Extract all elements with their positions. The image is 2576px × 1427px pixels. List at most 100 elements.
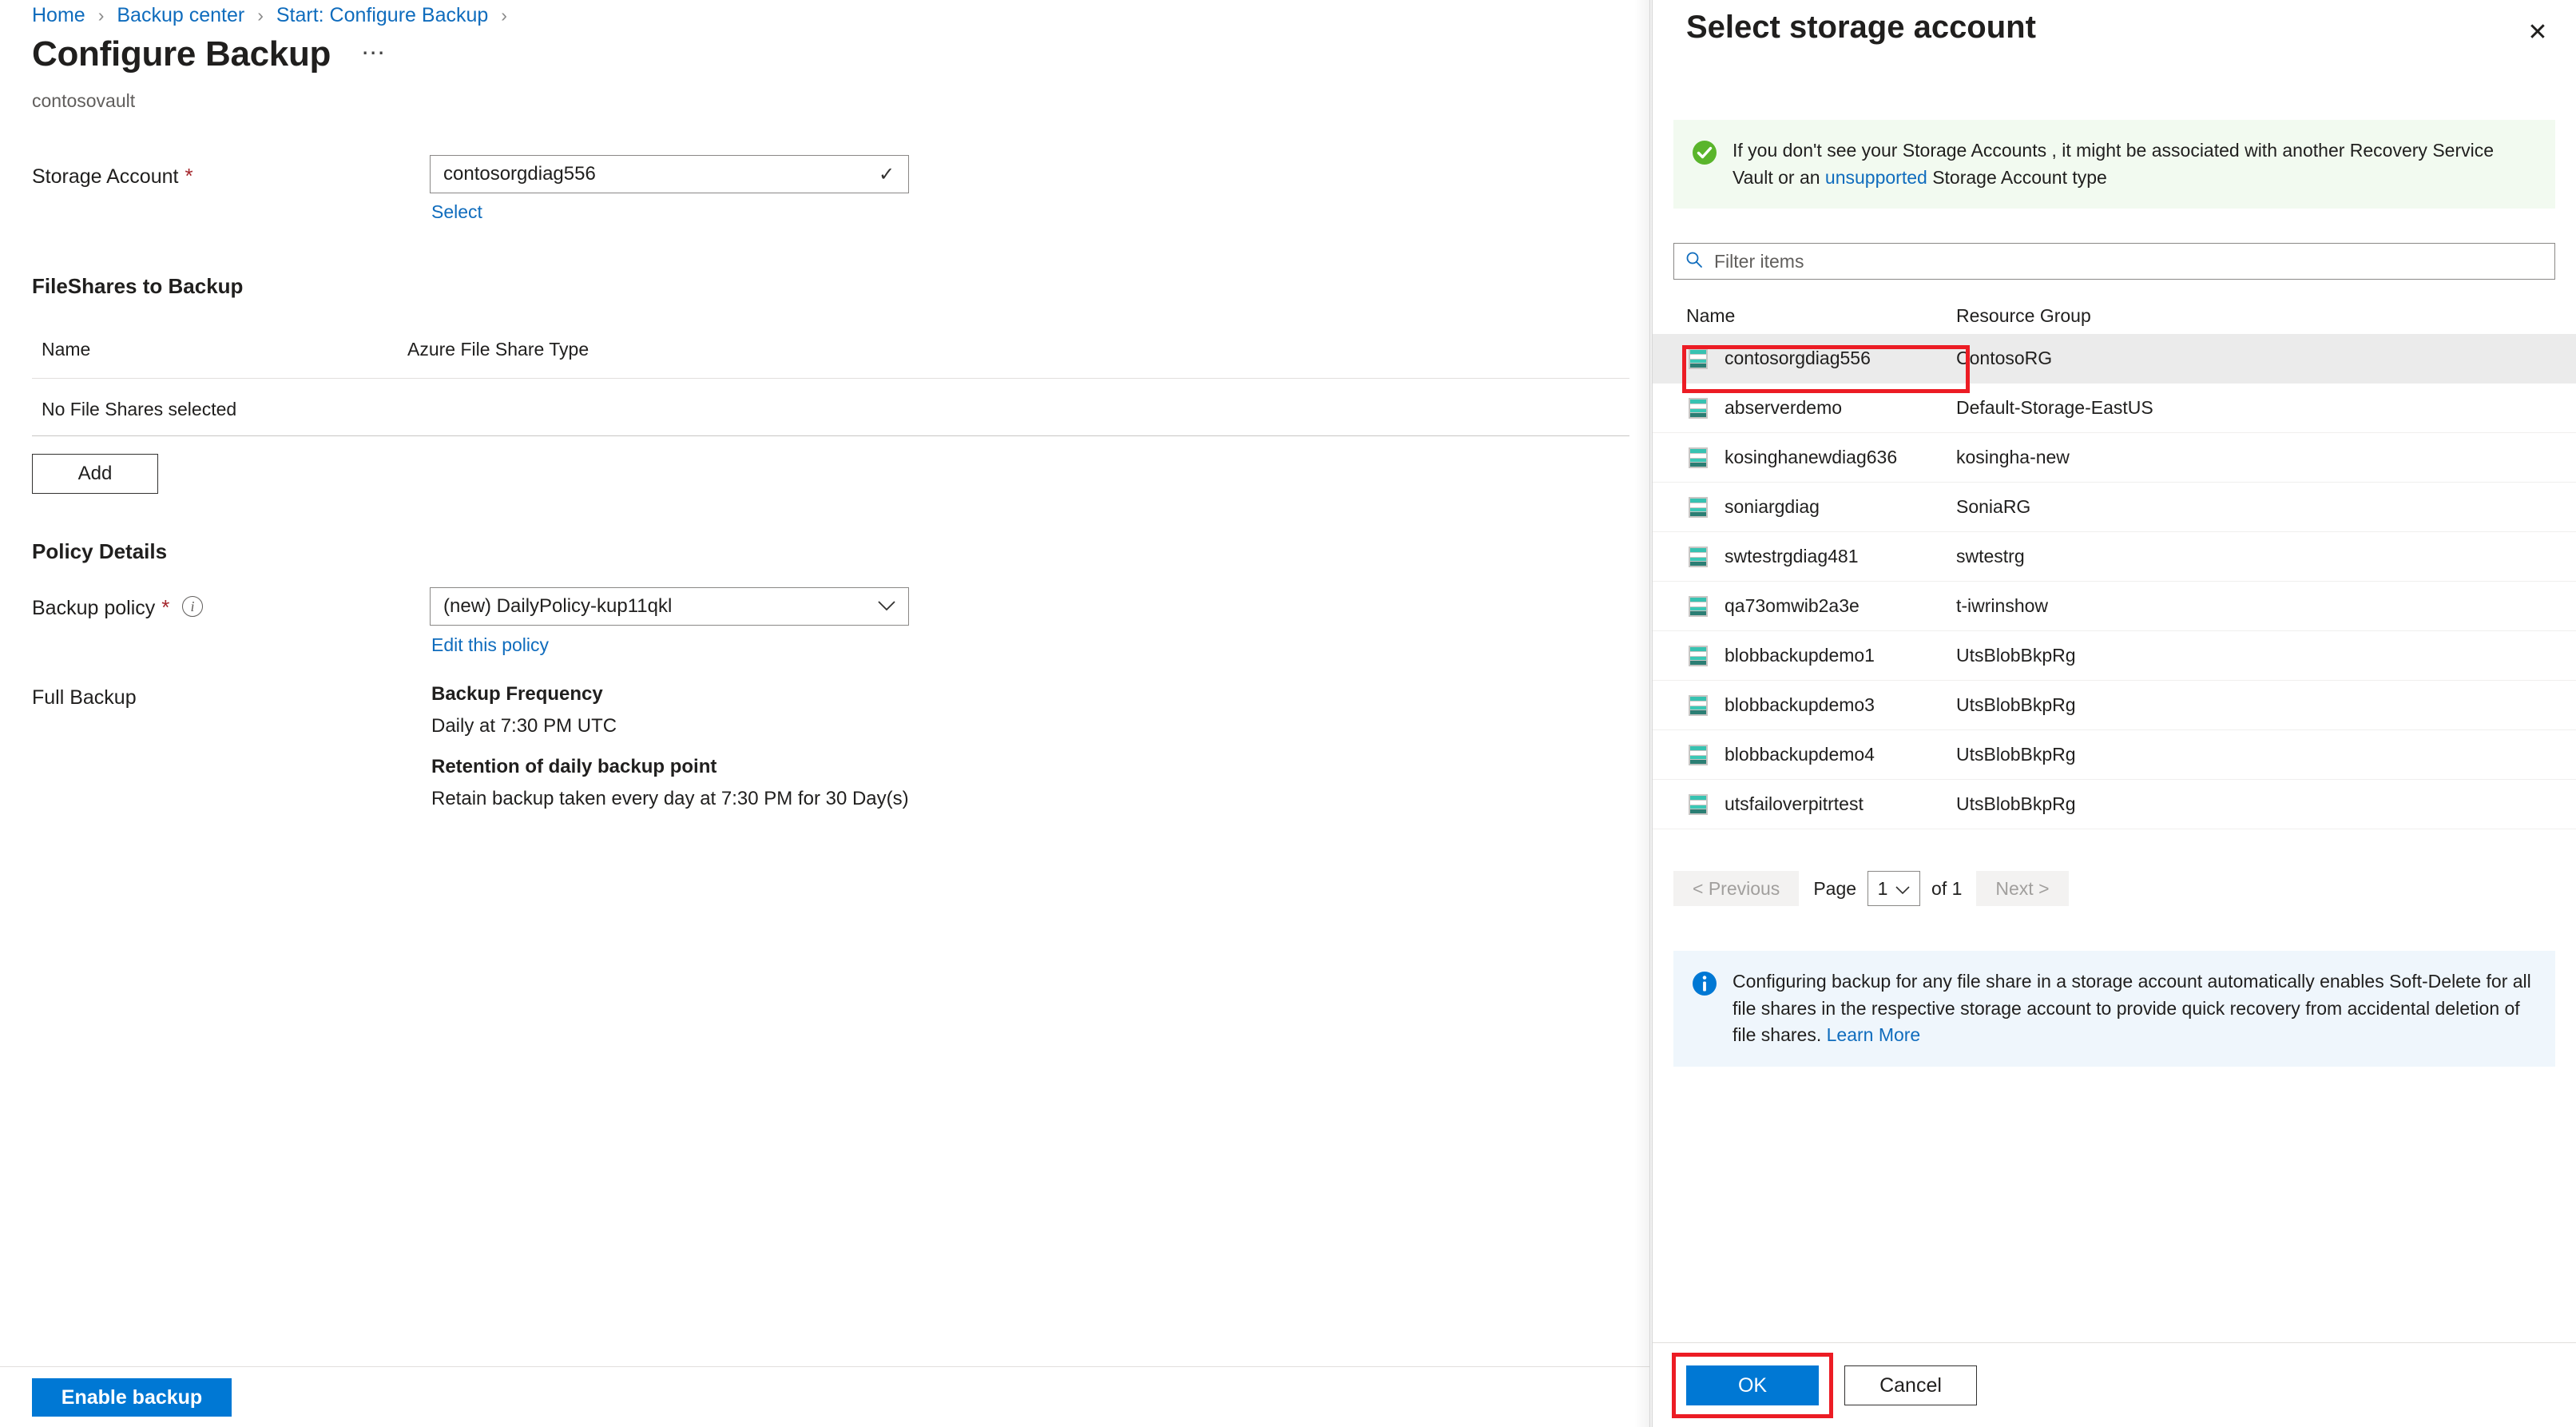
cell-storage-account-name: blobbackupdemo3 <box>1686 694 1956 717</box>
page-number-select[interactable]: 1 <box>1868 871 1920 906</box>
storage-account-name-text: contosorgdiag556 <box>1725 348 1871 369</box>
page-total-label: of 1 <box>1931 878 1962 900</box>
table-header-row: Name Resource Group <box>1653 297 2576 334</box>
search-icon <box>1685 251 1713 272</box>
backup-policy-combobox[interactable]: (new) DailyPolicy-kup11qkl <box>430 587 909 626</box>
storage-accounts-table: Name Resource Group contosorgdiag556 Cont… <box>1653 297 2576 829</box>
table-row[interactable]: soniargdiag SoniaRG <box>1653 483 2576 532</box>
cell-storage-account-name: abserverdemo <box>1686 396 1956 420</box>
ok-button[interactable]: OK <box>1686 1365 1819 1405</box>
cell-resource-group: Default-Storage-EastUS <box>1956 397 2576 419</box>
next-page-button[interactable]: Next > <box>1976 871 2068 906</box>
cell-storage-account-name: swtestrgdiag481 <box>1686 545 1956 569</box>
previous-page-button[interactable]: < Previous <box>1673 871 1799 906</box>
checkmark-icon: ✓ <box>875 163 899 186</box>
chevron-right-icon: › <box>257 5 264 26</box>
configure-backup-blade: Home › Backup center › Start: Configure … <box>0 0 1650 1427</box>
page-label: Page <box>1813 878 1856 900</box>
storage-account-label: Storage Account* <box>32 164 193 189</box>
cell-storage-account-name: qa73omwib2a3e <box>1686 594 1956 618</box>
unsupported-link[interactable]: unsupported <box>1825 167 1927 188</box>
table-divider <box>32 378 1629 379</box>
breadcrumb-item-backup-center[interactable]: Backup center <box>117 4 244 27</box>
backup-policy-value: (new) DailyPolicy-kup11qkl <box>443 595 875 618</box>
backup-frequency-title: Backup Frequency <box>431 683 603 706</box>
select-storage-account-pane: Select storage account ✕ If you don't se… <box>1652 0 2576 1427</box>
pane-title: Select storage account <box>1686 10 2036 46</box>
main-command-footer: Enable backup <box>0 1366 1650 1427</box>
chevron-down-icon <box>875 595 899 618</box>
column-header-name[interactable]: Name <box>1686 305 1956 327</box>
cell-resource-group: ContosoRG <box>1956 348 2576 369</box>
chevron-down-icon <box>1895 878 1910 900</box>
fileshares-col-type: Azure File Share Type <box>407 339 589 360</box>
breadcrumb-item-home[interactable]: Home <box>32 4 85 27</box>
storage-account-icon <box>1686 644 1710 668</box>
storage-account-name-text: blobbackupdemo3 <box>1725 694 1875 716</box>
storage-account-name-text: blobbackupdemo4 <box>1725 744 1875 765</box>
table-row[interactable]: blobbackupdemo3 UtsBlobBkpRg <box>1653 681 2576 730</box>
add-fileshare-button[interactable]: Add <box>32 454 158 494</box>
breadcrumb-item-start-configure-backup[interactable]: Start: Configure Backup <box>276 4 488 27</box>
learn-more-link[interactable]: Learn More <box>1827 1024 1921 1045</box>
storage-account-name-text: abserverdemo <box>1725 397 1842 419</box>
info-notice-text: Configuring backup for any file share in… <box>1733 968 2534 1049</box>
storage-account-name-text: blobbackupdemo1 <box>1725 645 1875 666</box>
storage-account-icon <box>1686 446 1710 470</box>
cell-resource-group: SoniaRG <box>1956 496 2576 518</box>
table-row[interactable]: abserverdemo Default-Storage-EastUS <box>1653 384 2576 433</box>
info-icon[interactable]: i <box>182 596 203 617</box>
storage-account-name-text: swtestrgdiag481 <box>1725 546 1859 567</box>
more-options-icon[interactable]: ⋯ <box>361 39 387 67</box>
storage-account-select-link[interactable]: Select <box>431 201 482 223</box>
table-row[interactable]: blobbackupdemo4 UtsBlobBkpRg <box>1653 730 2576 780</box>
table-row[interactable]: kosinghanewdiag636kosingha-new <box>1653 433 2576 483</box>
filter-input[interactable] <box>1713 250 2543 273</box>
table-row[interactable]: swtestrgdiag481 swtestrg <box>1653 532 2576 582</box>
retention-value: Retain backup taken every day at 7:30 PM… <box>431 788 909 810</box>
chevron-right-icon: › <box>98 5 105 26</box>
required-marker: * <box>161 595 169 619</box>
storage-account-name-text: utsfailoverpitrtest <box>1725 793 1864 815</box>
backup-policy-label: Backup policy* <box>32 595 169 620</box>
success-notice-text-after: Storage Account type <box>1927 167 2107 188</box>
success-check-icon <box>1691 139 1718 166</box>
cell-storage-account-name: kosinghanewdiag636 <box>1686 446 1956 470</box>
column-header-resource-group[interactable]: Resource Group <box>1956 305 2576 327</box>
fileshares-col-name: Name <box>42 339 90 360</box>
page-title-row: Configure Backup ⋯ <box>32 37 387 72</box>
cell-resource-group: swtestrg <box>1956 546 2576 567</box>
table-body: contosorgdiag556 ContosoRG abserverdemo Def… <box>1653 334 2576 829</box>
storage-account-icon <box>1686 396 1710 420</box>
table-row[interactable]: blobbackupdemo1 UtsBlobBkpRg <box>1653 631 2576 681</box>
pagination-controls: < Previous Page 1 of 1 Next > <box>1673 871 2069 906</box>
close-icon[interactable]: ✕ <box>2520 14 2555 50</box>
storage-account-name-text: kosinghanewdiag636 <box>1725 447 1897 468</box>
storage-account-name-text: qa73omwib2a3e <box>1725 595 1860 617</box>
storage-account-icon <box>1686 743 1710 767</box>
cancel-button[interactable]: Cancel <box>1844 1365 1977 1405</box>
cell-resource-group: UtsBlobBkpRg <box>1956 694 2576 716</box>
storage-account-icon <box>1686 545 1710 569</box>
table-row[interactable]: utsfailoverpitrtestUtsBlobBkpRg <box>1653 780 2576 829</box>
storage-account-combobox[interactable]: contosorgdiag556 ✓ <box>430 155 909 193</box>
storage-account-icon <box>1686 594 1710 618</box>
cell-resource-group: UtsBlobBkpRg <box>1956 645 2576 666</box>
chevron-right-icon: › <box>501 5 507 26</box>
pane-footer: OK Cancel <box>1653 1342 2576 1427</box>
table-row[interactable]: qa73omwib2a3et-iwrinshow <box>1653 582 2576 631</box>
info-circle-icon <box>1691 970 1718 997</box>
storage-account-name-text: soniargdiag <box>1725 496 1820 518</box>
enable-backup-button[interactable]: Enable backup <box>32 1378 232 1417</box>
edit-policy-link[interactable]: Edit this policy <box>431 634 549 656</box>
cell-storage-account-name: utsfailoverpitrtest <box>1686 793 1956 817</box>
page-subtitle: contosovault <box>32 90 135 112</box>
table-row[interactable]: contosorgdiag556 ContosoRG <box>1653 334 2576 384</box>
full-backup-label: Full Backup <box>32 686 137 710</box>
storage-account-value: contosorgdiag556 <box>443 163 875 185</box>
filter-items-box[interactable] <box>1673 243 2555 280</box>
cell-resource-group: UtsBlobBkpRg <box>1956 744 2576 765</box>
fileshares-section-title: FileShares to Backup <box>32 274 243 299</box>
azure-portal-screen: Home › Backup center › Start: Configure … <box>0 0 2576 1427</box>
policy-section-title: Policy Details <box>32 539 167 564</box>
